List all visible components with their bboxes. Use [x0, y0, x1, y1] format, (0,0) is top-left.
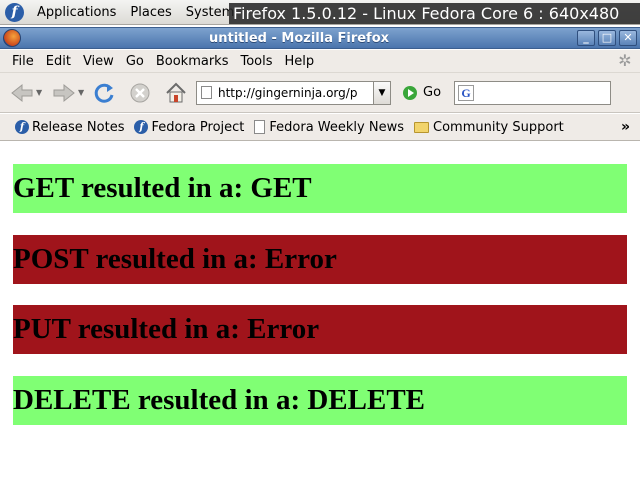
result-delete: DELETE resulted in a: DELETE	[13, 376, 627, 425]
folder-icon	[414, 121, 429, 133]
menu-tools[interactable]: Tools	[234, 54, 278, 69]
result-post: POST resulted in a: Error	[13, 235, 627, 284]
forward-button[interactable]	[50, 79, 78, 107]
navigation-toolbar: ▼ ▼ http://gingerninja.org/p ▼ Go G	[0, 73, 640, 113]
close-button[interactable]: ✕	[619, 30, 637, 46]
firefox-icon[interactable]	[3, 29, 21, 47]
panel-menu-applications[interactable]: Applications	[30, 5, 123, 20]
url-bar[interactable]: http://gingerninja.org/p	[196, 80, 374, 105]
stop-icon	[130, 83, 150, 102]
menu-go[interactable]: Go	[120, 54, 150, 69]
window-title: untitled - Mozilla Firefox	[208, 30, 390, 46]
bookmark-fedora-project[interactable]: f Fedora Project	[134, 120, 244, 135]
bookmarks-toolbar: f Release Notes f Fedora Project Fedora …	[0, 114, 640, 141]
go-label: Go	[423, 85, 442, 100]
reload-icon	[94, 83, 114, 103]
menu-view[interactable]: View	[77, 54, 120, 69]
result-put: PUT resulted in a: Error	[13, 305, 627, 354]
bookmarks-overflow-chevron[interactable]: »	[621, 119, 630, 135]
url-text: http://gingerninja.org/p	[218, 85, 358, 100]
menu-file[interactable]: File	[6, 54, 40, 69]
back-history-caret[interactable]: ▼	[36, 79, 46, 107]
fedora-icon: f	[15, 120, 29, 134]
search-input[interactable]: G	[454, 80, 612, 105]
document-icon	[254, 120, 266, 134]
back-arrow-icon	[11, 83, 33, 102]
bookmark-label: Community Support	[433, 119, 564, 135]
window-titlebar[interactable]: untitled - Mozilla Firefox _ □ ✕	[0, 27, 640, 49]
page-content: GET resulted in a: GET POST resulted in …	[0, 142, 640, 480]
bookmark-label: Fedora Weekly News	[269, 119, 404, 135]
bookmark-fedora-weekly-news[interactable]: Fedora Weekly News	[254, 120, 404, 135]
bookmark-release-notes[interactable]: f Release Notes	[15, 120, 124, 135]
back-button[interactable]	[8, 79, 36, 107]
result-get: GET resulted in a: GET	[13, 164, 627, 213]
minimize-button[interactable]: _	[577, 30, 595, 46]
forward-history-caret[interactable]: ▼	[78, 79, 88, 107]
bookmark-community-support[interactable]: Community Support	[414, 120, 564, 135]
fedora-logo-icon[interactable]: f	[5, 2, 24, 22]
menu-edit[interactable]: Edit	[40, 54, 77, 69]
menu-bookmarks[interactable]: Bookmarks	[150, 54, 235, 69]
url-history-dropdown[interactable]: ▼	[374, 80, 391, 105]
throbber-icon: ✲	[618, 51, 632, 70]
fedora-icon: f	[134, 120, 149, 134]
menu-help[interactable]: Help	[279, 54, 321, 69]
google-search-engine-icon[interactable]: G	[458, 84, 475, 101]
reload-button[interactable]	[90, 79, 118, 107]
bookmark-label: Fedora Project	[151, 119, 245, 135]
panel-menu-places[interactable]: Places	[123, 5, 178, 20]
page-icon	[201, 86, 212, 99]
stop-button[interactable]	[126, 79, 154, 107]
menubar: File Edit View Go Bookmarks Tools Help ✲	[0, 50, 640, 73]
home-icon	[166, 82, 186, 102]
go-arrow-icon	[403, 85, 417, 100]
bookmark-label: Release Notes	[32, 119, 125, 135]
home-button[interactable]	[162, 79, 190, 107]
screenshot-caption: Firefox 1.5.0.12 - Linux Fedora Core 6 :…	[229, 3, 640, 24]
go-button[interactable]: Go	[403, 85, 441, 100]
forward-arrow-icon	[53, 83, 75, 102]
maximize-button[interactable]: □	[598, 30, 616, 46]
